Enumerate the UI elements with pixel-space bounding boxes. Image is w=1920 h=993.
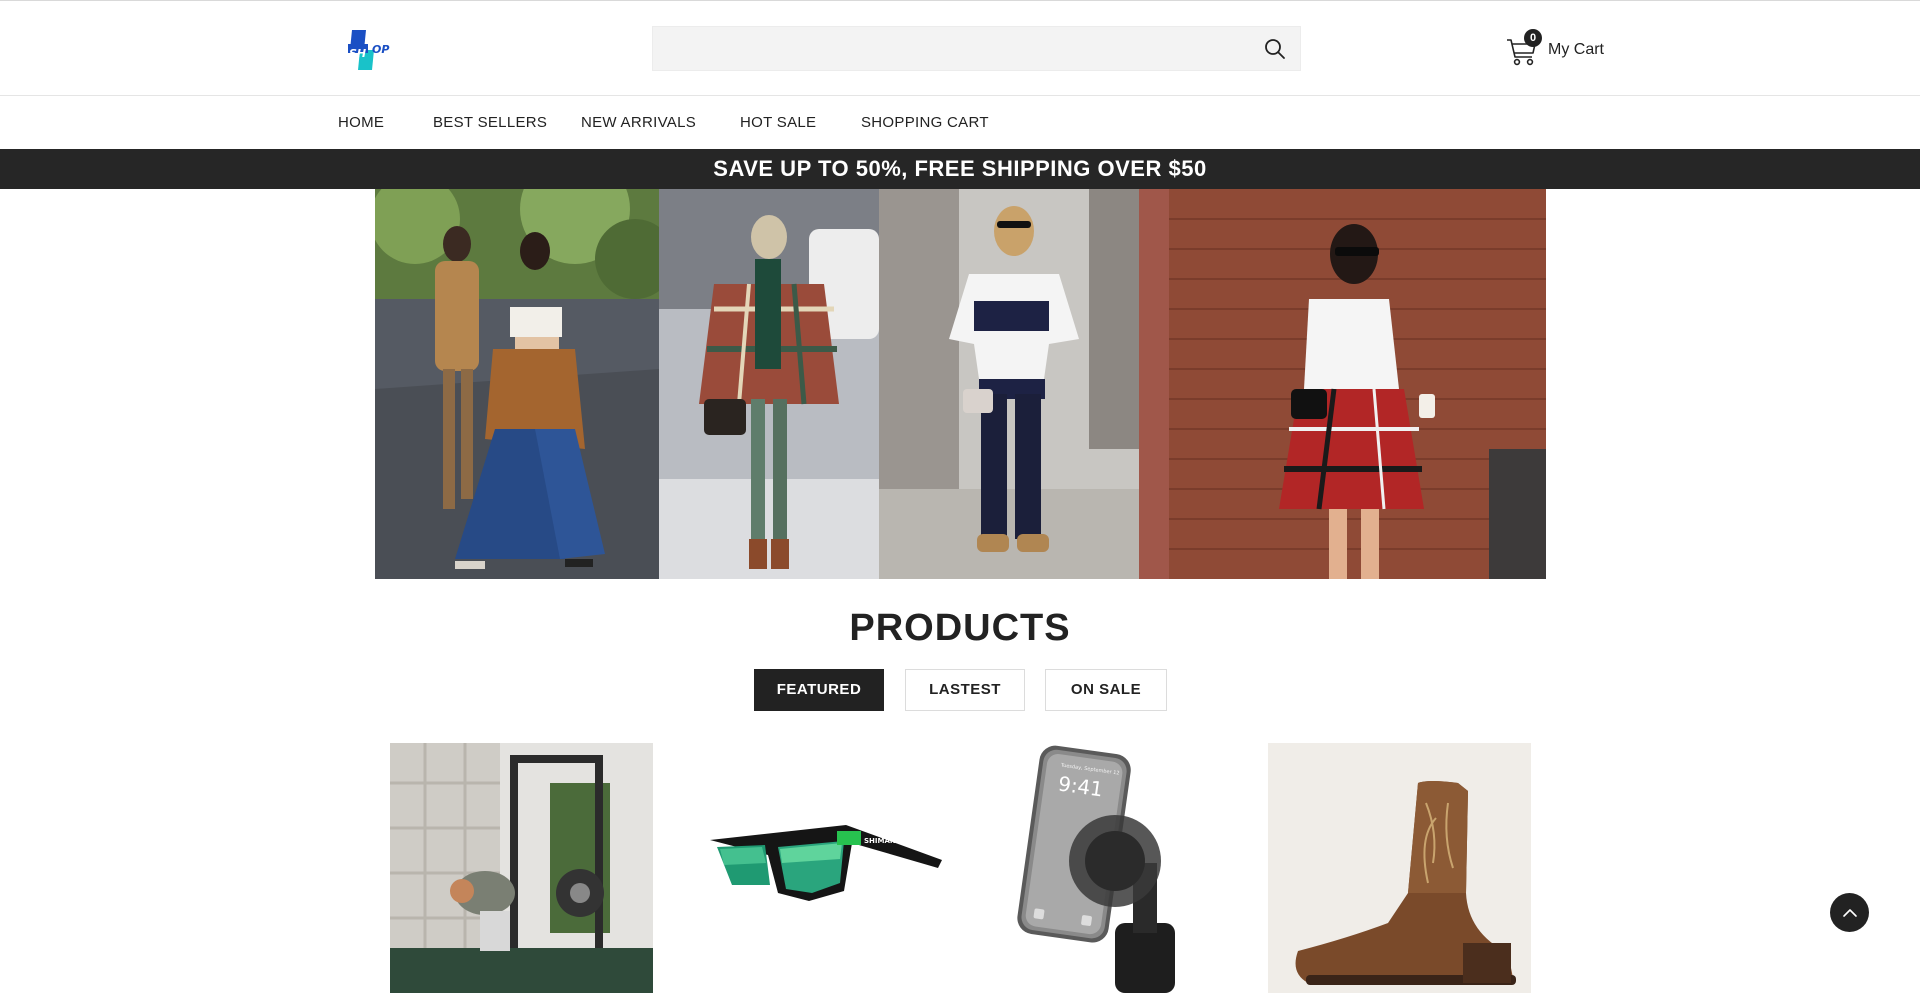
product-image-phone-mount: Tuesday, September 12 9:41 [1005, 743, 1268, 993]
nav-item-shopping-cart[interactable]: SHOPPING CART [861, 114, 989, 131]
hero-photo-street-style-two-women [375, 189, 659, 579]
hero-photo-plaid-skirt-woman [1139, 189, 1546, 579]
search-bar [652, 26, 1301, 71]
product-card-home-gym[interactable] [390, 743, 653, 993]
tab-lastest[interactable]: LASTEST [905, 669, 1025, 711]
svg-text:OP: OP [372, 43, 389, 56]
main-nav: HOME BEST SELLERS NEW ARRIVALS HOT SALE … [0, 97, 1920, 149]
chevron-up-icon [1843, 909, 1857, 917]
site-header: SH OP 0 My Cart [0, 1, 1920, 96]
product-card-western-boot[interactable] [1268, 743, 1531, 993]
tab-featured[interactable]: FEATURED [754, 669, 884, 711]
back-to-top-button[interactable] [1830, 893, 1869, 932]
product-card-sunglasses[interactable]: SHIMANO [702, 743, 965, 993]
cart-link[interactable]: 0 My Cart [1506, 29, 1604, 67]
product-card-phone-mount[interactable]: Tuesday, September 12 9:41 [1005, 743, 1268, 993]
products-heading: PRODUCTS [849, 607, 1071, 649]
promo-banner: SAVE UP TO 50%, FREE SHIPPING OVER $50 [0, 149, 1920, 189]
cart-label: My Cart [1548, 41, 1604, 58]
product-image-sunglasses: SHIMANO [702, 743, 965, 993]
product-image-western-boot [1268, 743, 1531, 993]
cart-icon: 0 [1506, 29, 1542, 67]
nav-item-best-sellers[interactable]: BEST SELLERS [433, 114, 547, 131]
hero-photo-striped-tee-woman [879, 189, 1139, 579]
cart-count-badge: 0 [1524, 29, 1542, 47]
shop-logo[interactable]: SH OP [346, 30, 398, 70]
sunglasses-brand-mark: SHIMANO [864, 837, 902, 845]
nav-item-hot-sale[interactable]: HOT SALE [740, 114, 816, 131]
hero-banner[interactable] [375, 189, 1546, 579]
shop-logo-graphic: SH OP [348, 30, 389, 70]
search-input[interactable] [653, 27, 1253, 70]
tab-on-sale[interactable]: ON SALE [1045, 669, 1167, 711]
nav-item-new-arrivals[interactable]: NEW ARRIVALS [581, 114, 696, 131]
product-image-home-gym [390, 743, 653, 993]
hero-photo-plaid-poncho-woman [659, 189, 879, 579]
search-icon[interactable] [1264, 38, 1286, 60]
nav-item-home[interactable]: HOME [338, 114, 384, 131]
svg-text:SH: SH [349, 47, 366, 60]
